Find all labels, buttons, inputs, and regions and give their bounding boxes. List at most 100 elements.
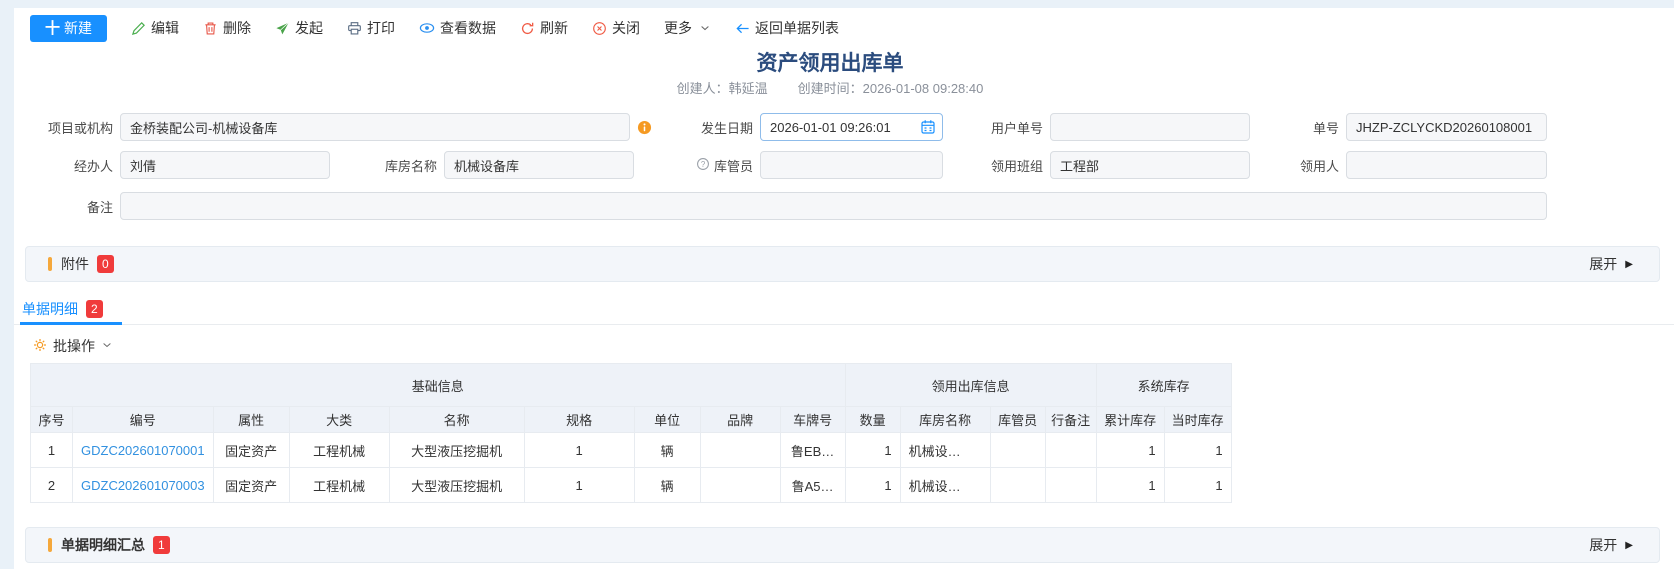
refresh-icon: [520, 21, 535, 36]
warehouse-label: 库房名称: [345, 156, 437, 175]
print-label: 打印: [367, 18, 395, 38]
cell-name: 大型液压挖掘机: [389, 468, 524, 503]
triangle-right-icon: ▶: [1625, 540, 1633, 551]
col-row-remark: 行备注: [1045, 407, 1096, 433]
remark-input[interactable]: [120, 192, 1547, 220]
attachments-label: 附件: [61, 254, 89, 274]
handler-input[interactable]: [120, 151, 330, 179]
table-row: 2 GDZC202601070003 固定资产 工程机械 大型液压挖掘机 1 辆…: [31, 468, 1232, 503]
cell-warehouse: 机械设…: [900, 433, 990, 468]
cell-total-stock: 1: [1096, 468, 1164, 503]
recipient-field: 领用人: [1270, 151, 1547, 179]
edit-button[interactable]: 编辑: [131, 18, 179, 38]
view-data-label: 查看数据: [440, 18, 496, 38]
cell-unit: 辆: [634, 468, 700, 503]
doc-no-field: 单号: [1270, 113, 1547, 141]
launch-button[interactable]: 发起: [275, 18, 323, 38]
team-input[interactable]: [1050, 151, 1250, 179]
new-button-label: 新建: [64, 18, 92, 38]
cell-qty: 1: [845, 433, 900, 468]
cell-current-stock: 1: [1164, 433, 1231, 468]
keeper-field: ? 库管员: [678, 151, 943, 179]
date-input[interactable]: [760, 113, 943, 141]
delete-button[interactable]: 删除: [203, 18, 251, 38]
arrow-left-icon: [735, 21, 750, 36]
printer-icon: [347, 21, 362, 36]
user-no-field: 用户单号: [975, 113, 1250, 141]
project-label: 项目或机构: [20, 118, 113, 137]
back-label: 返回单据列表: [755, 18, 839, 38]
col-warehouse: 库房名称: [900, 407, 990, 433]
column-header-row: 序号 编号 属性 大类 名称 规格 单位 品牌 车牌号 数量 库房名称 库管员 …: [31, 407, 1232, 433]
cell-name: 大型液压挖掘机: [389, 433, 524, 468]
svg-text:?: ?: [701, 159, 706, 168]
batch-ops-label: 批操作: [53, 336, 95, 356]
new-button[interactable]: 十新建: [30, 15, 107, 42]
close-button[interactable]: 关闭: [592, 18, 640, 38]
warehouse-input[interactable]: [444, 151, 634, 179]
attachments-section-bar[interactable]: 附件 0 展开 ▶: [25, 246, 1660, 282]
chevron-down-icon: [699, 22, 711, 34]
cell-plate: 鲁A5…: [780, 468, 845, 503]
remark-label: 备注: [20, 197, 113, 216]
detail-count-badge: 2: [86, 300, 103, 318]
user-no-input[interactable]: [1050, 113, 1250, 141]
keeper-input[interactable]: [760, 151, 943, 179]
calendar-icon[interactable]: [920, 119, 936, 140]
refresh-button[interactable]: 刷新: [520, 18, 568, 38]
cell-spec: 1: [524, 468, 634, 503]
summary-expand-button[interactable]: 展开 ▶: [1589, 535, 1633, 555]
project-input[interactable]: [120, 113, 630, 141]
more-button[interactable]: 更多: [664, 18, 711, 38]
doc-no-input[interactable]: [1346, 113, 1547, 141]
cell-seq: 1: [31, 433, 73, 468]
recipient-label: 领用人: [1270, 156, 1339, 175]
cell-category: 工程机械: [289, 468, 389, 503]
expand-label: 展开: [1589, 254, 1617, 274]
batch-ops-button[interactable]: 批操作: [33, 336, 113, 356]
col-seq: 序号: [31, 407, 73, 433]
tab-detail[interactable]: 单据明细 2: [22, 299, 103, 319]
col-attribute: 属性: [213, 407, 289, 433]
remark-field: 备注: [20, 192, 1547, 220]
page-title: 资产领用出库单: [0, 47, 1660, 77]
cell-current-stock: 1: [1164, 468, 1231, 503]
project-field: 项目或机构: [20, 113, 630, 141]
expand-label: 展开: [1589, 535, 1617, 555]
info-icon: [637, 120, 652, 140]
col-total-stock: 累计库存: [1096, 407, 1164, 433]
summary-section-bar[interactable]: 单据明细汇总 1 展开 ▶: [25, 527, 1660, 563]
group-system-stock: 系统库存: [1096, 364, 1231, 407]
cell-seq: 2: [31, 468, 73, 503]
cell-attribute: 固定资产: [213, 468, 289, 503]
summary-count-badge: 1: [153, 536, 170, 554]
tab-detail-label: 单据明细: [22, 299, 78, 319]
attachments-expand-button[interactable]: 展开 ▶: [1589, 254, 1633, 274]
doc-meta: 创建人：韩延温 创建时间：2026-01-08 09:28:40: [0, 78, 1660, 97]
cell-keeper: [990, 468, 1045, 503]
recipient-input[interactable]: [1346, 151, 1547, 179]
attachments-count-badge: 0: [97, 255, 114, 273]
section-tick-icon: [48, 538, 52, 552]
group-header-row: 基础信息 领用出库信息 系统库存: [31, 364, 1232, 407]
table-row: 1 GDZC202601070001 固定资产 工程机械 大型液压挖掘机 1 辆…: [31, 433, 1232, 468]
cell-warehouse: 机械设…: [900, 468, 990, 503]
cell-code-link[interactable]: GDZC202601070003: [73, 468, 214, 503]
back-button[interactable]: 返回单据列表: [735, 18, 839, 38]
cell-attribute: 固定资产: [213, 433, 289, 468]
col-name: 名称: [389, 407, 524, 433]
triangle-right-icon: ▶: [1625, 259, 1633, 270]
more-label: 更多: [664, 18, 692, 38]
keeper-label-wrap: ? 库管员: [678, 156, 753, 175]
warehouse-field: 库房名称: [345, 151, 634, 179]
col-qty: 数量: [845, 407, 900, 433]
print-button[interactable]: 打印: [347, 18, 395, 38]
team-field: 领用班组: [975, 151, 1250, 179]
view-data-button[interactable]: 查看数据: [419, 18, 496, 38]
created-time-text: 创建时间：2026-01-08 09:28:40: [798, 78, 984, 97]
toolbar: 十新建 编辑 删除 发起 打印 查看数据 刷新 关闭: [30, 14, 839, 42]
section-tick-icon: [48, 257, 52, 271]
tab-active-indicator: [20, 322, 122, 325]
keeper-label: 库管员: [714, 156, 753, 175]
cell-code-link[interactable]: GDZC202601070001: [73, 433, 214, 468]
